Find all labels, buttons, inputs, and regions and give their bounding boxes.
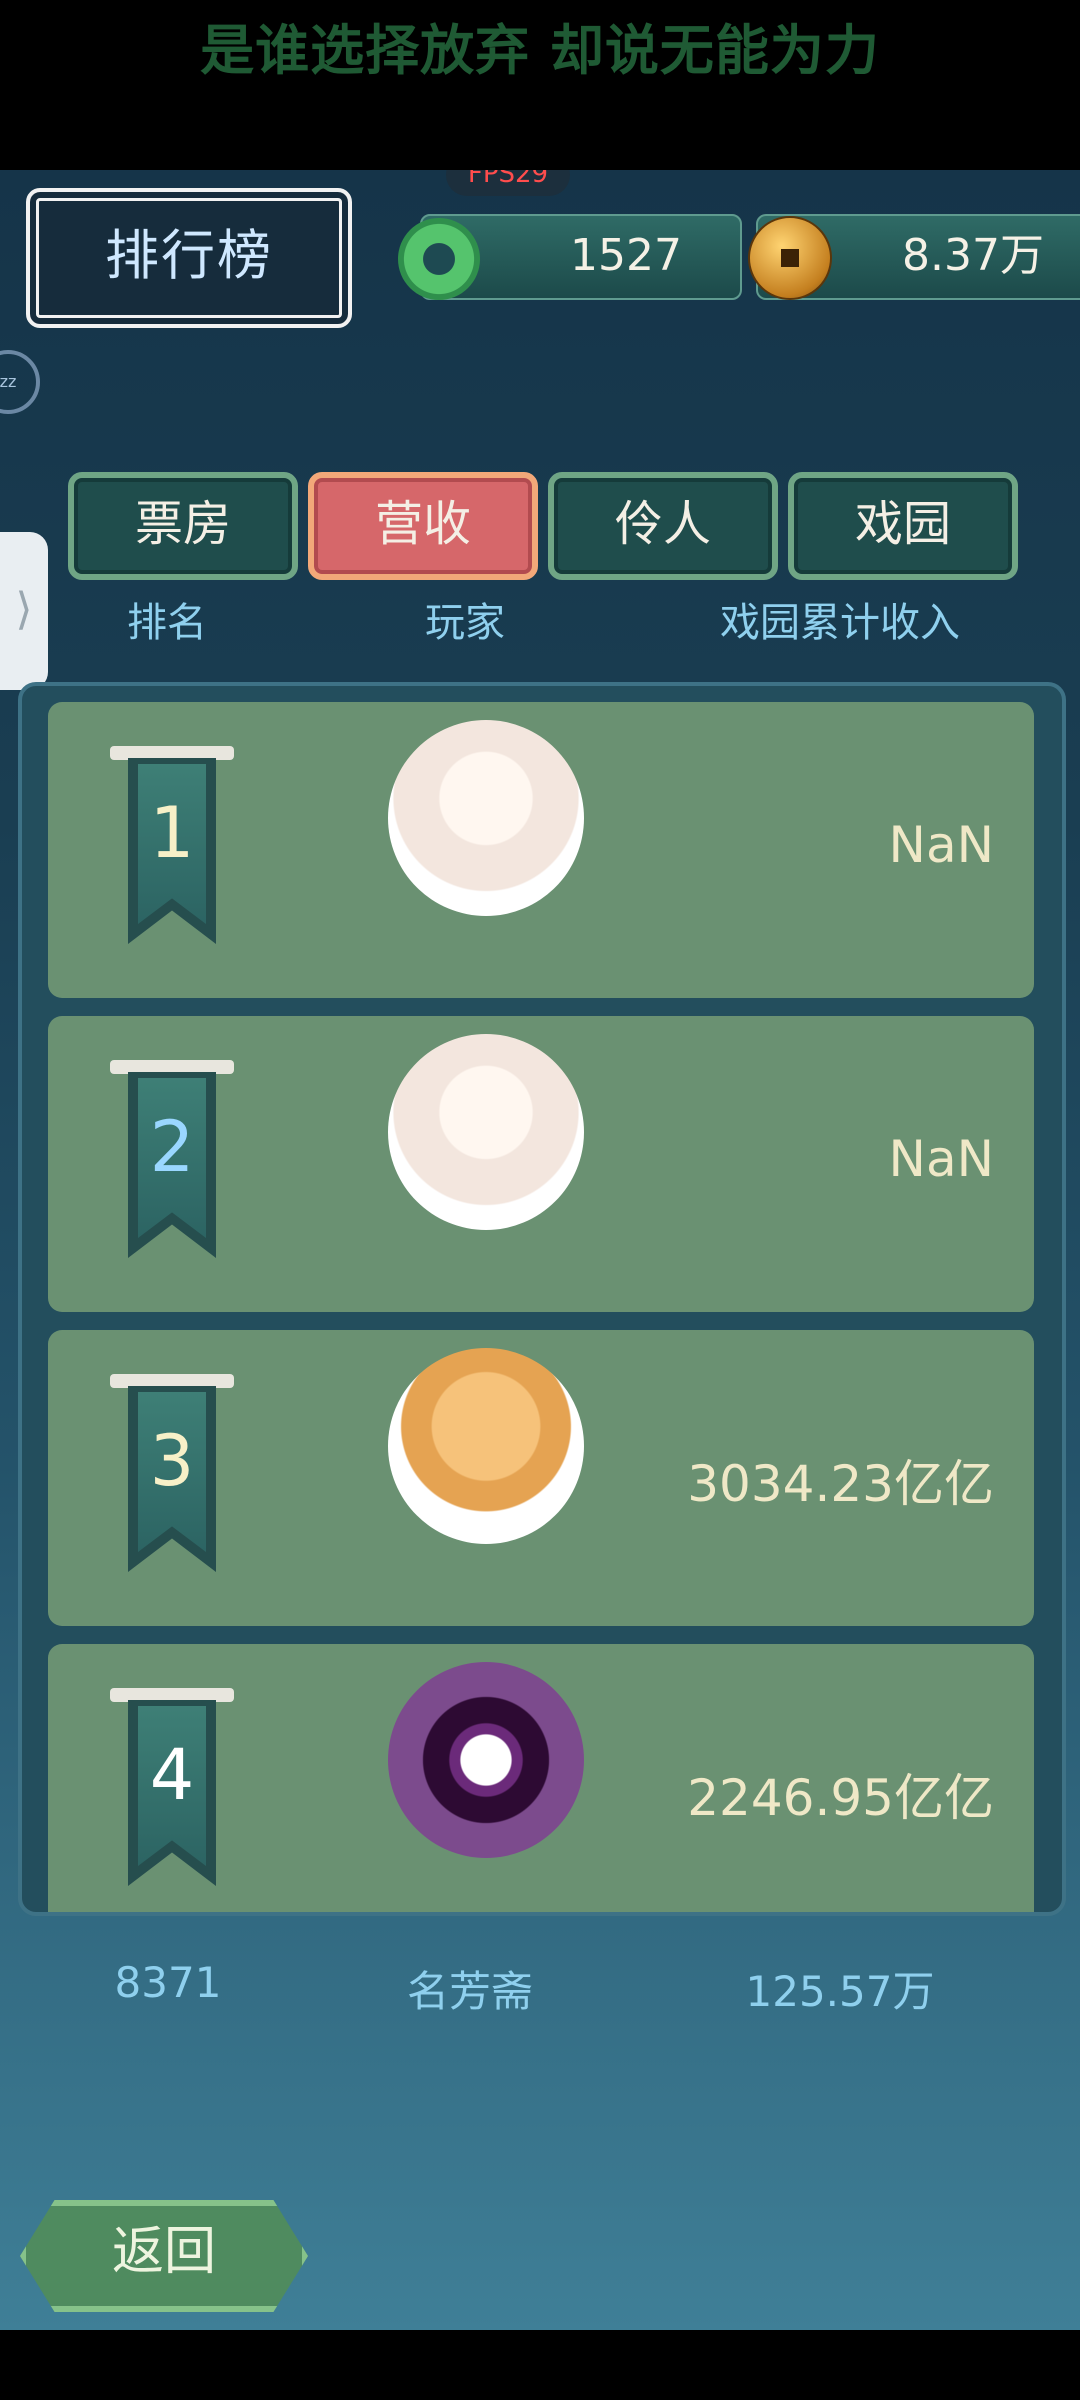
row-income: NaN	[888, 1130, 994, 1188]
shiba-dog-avatar[interactable]	[388, 1348, 584, 1544]
coin-icon	[748, 216, 832, 300]
rank-number: 3	[149, 1420, 195, 1502]
column-header-income: 戏园累计收入	[720, 600, 960, 646]
status-marquee-text: 是谁选择放弃 却说无能为力	[200, 19, 880, 82]
rank-number: 2	[149, 1106, 195, 1188]
rank-number: 4	[149, 1734, 195, 1816]
fps-counter: FPS29	[446, 170, 570, 196]
column-header-player: 玩家	[425, 600, 505, 646]
rank-banner-icon: 4	[110, 1688, 234, 1888]
tab-theater[interactable]: 戏园	[788, 472, 1018, 580]
chevron-right-icon: ⟩	[15, 584, 33, 635]
leaderboard-title: 排行榜	[105, 224, 273, 287]
leaderboard-screen: FPS29 排行榜 1527 8.37万 zz ⟩ 票房 营收 伶人 戏园 排名…	[0, 170, 1080, 2330]
column-header-rank: 排名	[127, 600, 207, 646]
leaderboard-row[interactable]: 4 2246.95亿亿	[48, 1644, 1034, 1912]
rank-banner-icon: 2	[110, 1060, 234, 1260]
anime-girl-avatar[interactable]	[388, 1034, 584, 1230]
rank-number: 1	[149, 792, 195, 874]
coin-amount: 8.37万	[902, 230, 1044, 281]
self-income: 125.57万	[745, 1967, 935, 2016]
side-drawer-tab[interactable]: ⟩	[0, 532, 48, 690]
jade-icon	[398, 218, 480, 300]
rank-banner-icon: 1	[110, 746, 234, 946]
tab-performers[interactable]: 伶人	[548, 472, 778, 580]
tab-revenue[interactable]: 营收	[308, 472, 538, 580]
anime-girl-avatar[interactable]	[388, 720, 584, 916]
leaderboard-title-panel: 排行榜	[26, 188, 352, 328]
system-status-area: 是谁选择放弃 却说无能为力	[0, 0, 1080, 170]
self-name: 名芳斋	[406, 1967, 533, 2016]
sleep-zz-icon[interactable]: zz	[0, 350, 40, 414]
self-rank: 8371	[114, 1958, 222, 2007]
tab-box-office[interactable]: 票房	[68, 472, 298, 580]
leaderboard-row[interactable]: 1 NaN	[48, 702, 1034, 998]
navigation-bar-area	[0, 2330, 1080, 2400]
row-income: 3034.23亿亿	[687, 1455, 994, 1513]
leaderboard-row[interactable]: 2 NaN	[48, 1016, 1034, 1312]
row-income: 2246.95亿亿	[687, 1769, 994, 1827]
jade-amount: 1527	[570, 230, 682, 281]
leaderboard-row[interactable]: 3 3034.23亿亿	[48, 1330, 1034, 1626]
back-button[interactable]: 返回	[20, 2200, 308, 2312]
purple-eye-avatar[interactable]	[388, 1662, 584, 1858]
leaderboard-list[interactable]: 1 NaN 2 NaN 3 3034.23亿亿 4 2246.95亿亿	[18, 682, 1066, 1916]
row-income: NaN	[888, 816, 994, 874]
rank-banner-icon: 3	[110, 1374, 234, 1574]
